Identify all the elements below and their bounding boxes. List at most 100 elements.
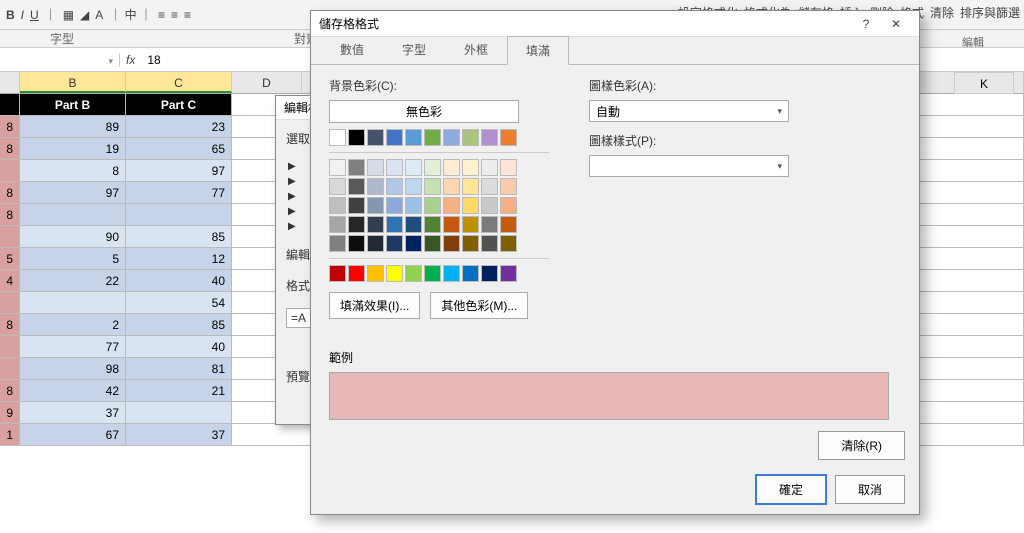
color-swatch[interactable] — [500, 178, 517, 195]
italic-button[interactable]: I — [21, 8, 24, 22]
cell[interactable]: 67 — [20, 424, 126, 445]
color-swatch[interactable] — [329, 178, 346, 195]
cell[interactable]: 97 — [20, 182, 126, 203]
clear-button[interactable]: 清除(R) — [818, 431, 905, 460]
cell[interactable]: 85 — [126, 314, 232, 335]
tab-border[interactable]: 外框 — [445, 35, 507, 64]
cell[interactable]: 89 — [20, 116, 126, 137]
color-swatch[interactable] — [348, 197, 365, 214]
close-icon[interactable]: ✕ — [881, 17, 911, 31]
cell[interactable]: 42 — [20, 380, 126, 401]
cell[interactable]: 8 — [0, 116, 20, 137]
cell[interactable]: 1 — [0, 424, 20, 445]
fill-effects-button[interactable]: 填滿效果(I)... — [329, 292, 420, 319]
cell[interactable]: 8 — [20, 160, 126, 181]
header-part-b[interactable]: Part B — [20, 94, 126, 115]
cell[interactable]: 22 — [20, 270, 126, 291]
color-swatch[interactable] — [424, 178, 441, 195]
cell[interactable]: 8 — [0, 314, 20, 335]
bold-button[interactable]: B — [6, 8, 15, 22]
color-swatch[interactable] — [424, 265, 441, 282]
color-swatch[interactable] — [386, 159, 403, 176]
color-swatch[interactable] — [348, 129, 365, 146]
color-swatch[interactable] — [481, 235, 498, 252]
color-swatch[interactable] — [462, 265, 479, 282]
cell[interactable]: 8 — [0, 204, 20, 225]
col-header-c[interactable]: C — [126, 72, 232, 93]
color-swatch[interactable] — [405, 197, 422, 214]
color-swatch[interactable] — [500, 129, 517, 146]
sort-filter-button[interactable]: 排序與篩選 — [960, 4, 1020, 21]
cell[interactable]: 2 — [20, 314, 126, 335]
color-swatch[interactable] — [348, 235, 365, 252]
color-swatch[interactable] — [462, 159, 479, 176]
cell[interactable]: 19 — [20, 138, 126, 159]
cell[interactable]: 37 — [126, 424, 232, 445]
color-swatch[interactable] — [329, 159, 346, 176]
name-box[interactable] — [0, 53, 120, 67]
cell[interactable]: 8 — [0, 182, 20, 203]
cell[interactable]: 90 — [20, 226, 126, 247]
color-swatch[interactable] — [481, 265, 498, 282]
align-center-icon[interactable]: ≡ — [171, 8, 178, 22]
color-swatch[interactable] — [386, 129, 403, 146]
cell[interactable]: 81 — [126, 358, 232, 379]
color-swatch[interactable] — [500, 159, 517, 176]
color-swatch[interactable] — [405, 265, 422, 282]
align-right-icon[interactable]: ≡ — [184, 8, 191, 22]
cell[interactable] — [126, 402, 232, 423]
color-swatch[interactable] — [424, 197, 441, 214]
col-header-k[interactable]: K — [954, 72, 1014, 94]
fx-icon[interactable]: fx — [120, 53, 141, 67]
color-swatch[interactable] — [386, 197, 403, 214]
color-swatch[interactable] — [481, 129, 498, 146]
cell[interactable]: 40 — [126, 336, 232, 357]
color-swatch[interactable] — [367, 216, 384, 233]
border-icon[interactable]: ▦ — [63, 8, 74, 22]
color-swatch[interactable] — [329, 197, 346, 214]
color-swatch[interactable] — [348, 159, 365, 176]
cell[interactable]: 40 — [126, 270, 232, 291]
cell[interactable] — [20, 292, 126, 313]
color-swatch[interactable] — [405, 216, 422, 233]
color-swatch[interactable] — [348, 265, 365, 282]
cancel-button[interactable]: 取消 — [835, 475, 905, 504]
col-header-a[interactable] — [0, 72, 20, 93]
cell[interactable]: 21 — [126, 380, 232, 401]
color-swatch[interactable] — [424, 159, 441, 176]
color-swatch[interactable] — [443, 265, 460, 282]
cell[interactable]: 8 — [0, 380, 20, 401]
color-swatch[interactable] — [500, 235, 517, 252]
color-swatch[interactable] — [329, 129, 346, 146]
color-swatch[interactable] — [424, 129, 441, 146]
cell[interactable] — [0, 226, 20, 247]
color-swatch[interactable] — [367, 265, 384, 282]
cell[interactable]: 77 — [126, 182, 232, 203]
tab-fill[interactable]: 填滿 — [507, 36, 569, 65]
color-swatch[interactable] — [500, 197, 517, 214]
color-swatch[interactable] — [500, 216, 517, 233]
color-swatch[interactable] — [481, 159, 498, 176]
color-swatch[interactable] — [367, 159, 384, 176]
color-swatch[interactable] — [462, 216, 479, 233]
color-swatch[interactable] — [424, 216, 441, 233]
clear-button[interactable]: 清除 — [930, 4, 954, 21]
color-swatch[interactable] — [424, 235, 441, 252]
color-swatch[interactable] — [348, 216, 365, 233]
underline-button[interactable]: U — [30, 8, 39, 22]
formula-input[interactable]: 18 — [141, 53, 166, 67]
color-swatch[interactable] — [348, 178, 365, 195]
align-left-icon[interactable]: ≡ — [158, 8, 165, 22]
tab-number[interactable]: 數值 — [321, 35, 383, 64]
tab-font[interactable]: 字型 — [383, 35, 445, 64]
more-colors-button[interactable]: 其他色彩(M)... — [430, 292, 528, 319]
color-swatch[interactable] — [462, 197, 479, 214]
color-swatch[interactable] — [405, 178, 422, 195]
color-swatch[interactable] — [462, 129, 479, 146]
cell[interactable]: 9 — [0, 402, 20, 423]
no-color-button[interactable]: 無色彩 — [329, 100, 519, 123]
cell[interactable]: 12 — [126, 248, 232, 269]
dialog-titlebar[interactable]: 儲存格格式 ? ✕ — [311, 11, 919, 37]
color-swatch[interactable] — [443, 235, 460, 252]
cell[interactable]: 5 — [0, 248, 20, 269]
